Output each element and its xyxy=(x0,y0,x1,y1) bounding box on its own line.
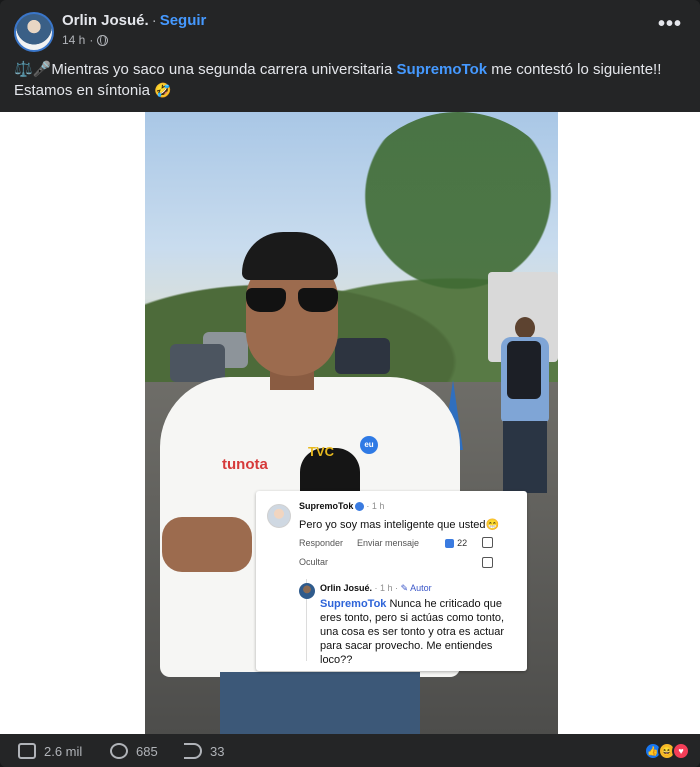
sunglasses xyxy=(244,288,340,312)
comment-time: · 1 h xyxy=(366,501,385,511)
comment-count[interactable]: 685 xyxy=(136,744,158,759)
arm xyxy=(162,517,252,572)
author-name[interactable]: Orlin Josué. xyxy=(62,12,149,29)
caption-emoji: 🤣 xyxy=(154,82,172,98)
eu-badge: eu xyxy=(360,436,378,454)
follow-button[interactable]: Seguir xyxy=(160,12,207,29)
comment-action[interactable]: 685 xyxy=(110,743,158,759)
reply-time: · 1 h · xyxy=(374,583,399,593)
police-officer xyxy=(495,317,553,493)
reply-button: Responder xyxy=(299,538,344,549)
reply-author-name: Orlin Josué. xyxy=(320,583,373,593)
jeans xyxy=(220,672,420,734)
share-action[interactable]: 33 xyxy=(184,743,224,759)
mic-logo: TVC xyxy=(308,444,334,459)
meta-dot: · xyxy=(89,33,94,47)
more-options-icon[interactable]: ••• xyxy=(658,14,682,34)
liked-thumb-icon xyxy=(445,539,455,549)
like-icon[interactable] xyxy=(18,743,36,759)
separator-dot: · xyxy=(151,12,157,29)
like-action[interactable]: 2.6 mil xyxy=(18,743,82,759)
caption-text-start: ⚖️🎤Mientras yo saco una segunda carrera … xyxy=(14,61,397,78)
reaction-summary[interactable]: 👍 😆 ♥ xyxy=(644,742,690,760)
caption-mention[interactable]: SupremoTok xyxy=(397,61,488,78)
author-line: Orlin Josué. · Seguir xyxy=(62,12,206,29)
reply-text: SupremoTok Nunca he criticado que eres t… xyxy=(320,597,520,667)
comment-actions: Responder Enviar mensaje 22 xyxy=(299,538,468,549)
share-icon[interactable] xyxy=(184,743,202,759)
love-reaction-icon: ♥ xyxy=(672,742,690,760)
comment-icon[interactable] xyxy=(110,743,128,759)
reply-avatar xyxy=(299,583,315,599)
author-avatar[interactable] xyxy=(14,12,54,52)
facebook-post: Orlin Josué. · Seguir 14 h · ••• ⚖️🎤Mientr… xyxy=(0,0,700,767)
post-header: Orlin Josué. · Seguir 14 h · ••• xyxy=(0,0,700,56)
hide-button: Ocultar xyxy=(299,557,329,567)
reply-mention: SupremoTok xyxy=(320,598,387,610)
shirt-logo: tunota xyxy=(222,456,268,473)
commenter-name: SupremoTok xyxy=(299,501,354,511)
post-media[interactable]: tunota TVC eu SupremoTok · 1 h Pero yo so… xyxy=(0,112,700,734)
comment-screenshot: SupremoTok · 1 h Pero yo soy mas intelige… xyxy=(256,491,527,671)
commenter-avatar xyxy=(267,504,291,528)
comment-text: Pero yo soy mas inteligente que usted😁 xyxy=(299,519,500,531)
post-footer: 2.6 mil 685 33 👍 😆 ♥ xyxy=(0,734,700,767)
author-badge: ✎ Autor xyxy=(400,583,432,593)
globe-icon[interactable] xyxy=(97,34,109,46)
verified-icon xyxy=(355,502,365,512)
share-count[interactable]: 33 xyxy=(210,744,224,759)
commenter-line: SupremoTok · 1 h xyxy=(299,501,385,512)
post-time[interactable]: 14 h xyxy=(62,33,85,47)
reply-header: Orlin Josué. · 1 h · ✎ Autor xyxy=(320,583,432,594)
send-message-button: Enviar mensaje xyxy=(357,538,420,549)
like-count[interactable]: 2.6 mil xyxy=(44,744,82,759)
dislike-outline-icon xyxy=(482,557,493,568)
hair xyxy=(242,232,338,280)
like-outline-icon xyxy=(482,537,493,548)
comment-like-count: 22 xyxy=(457,538,468,548)
post-caption: ⚖️🎤Mientras yo saco una segunda carrera … xyxy=(14,60,686,101)
post-meta: 14 h · xyxy=(62,33,109,47)
